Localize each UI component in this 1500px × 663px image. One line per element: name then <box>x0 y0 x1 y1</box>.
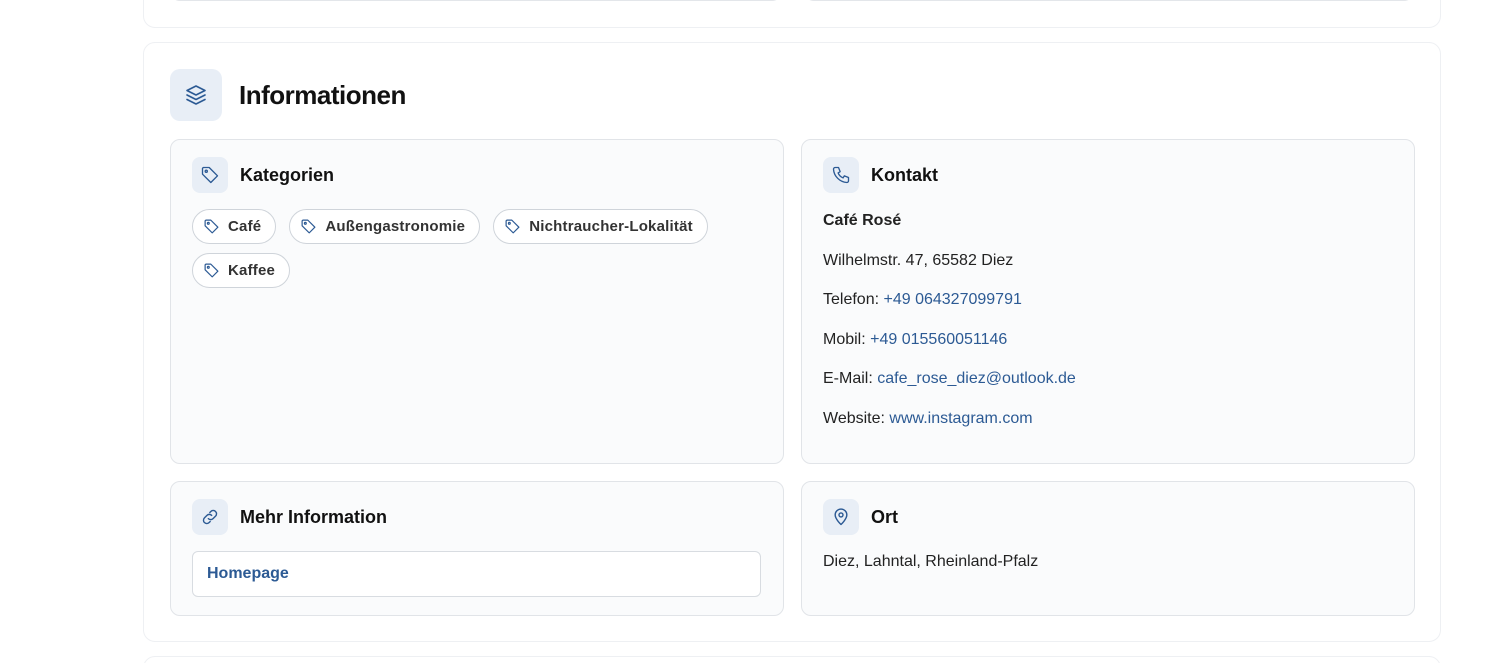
mehr-information-header: Mehr Information <box>192 499 387 535</box>
ort-header: Ort <box>823 499 898 535</box>
contact-details: Café Rosé Wilhelmstr. 47, 65582 Diez Tel… <box>823 211 1076 448</box>
informationen-section: Informationen Kategorien Café Außengastr… <box>143 42 1441 642</box>
previous-section-card <box>143 0 1441 28</box>
kontakt-header: Kontakt <box>823 157 938 193</box>
email-label: E-Mail: <box>823 370 873 387</box>
next-section-card <box>143 656 1441 663</box>
category-tag[interactable]: Nichtraucher-Lokalität <box>493 209 708 244</box>
mehr-information-panel: Mehr Information Homepage <box>170 481 784 616</box>
kontakt-title: Kontakt <box>871 164 938 185</box>
phone-row: Telefon: +49 064327099791 <box>823 290 1076 330</box>
mobile-row: Mobil: +49 015560051146 <box>823 330 1076 370</box>
phone-link[interactable]: +49 064327099791 <box>884 291 1022 308</box>
map-pin-icon <box>823 499 859 535</box>
homepage-link-box[interactable]: Homepage <box>192 551 761 597</box>
category-tag-label: Café <box>228 218 262 235</box>
ort-title: Ort <box>871 506 898 527</box>
website-label: Website: <box>823 409 885 427</box>
category-tag-label: Nichtraucher-Lokalität <box>529 218 693 235</box>
section-title: Informationen <box>239 79 406 110</box>
kontakt-panel: Kontakt Café Rosé Wilhelmstr. 47, 65582 … <box>801 139 1415 464</box>
category-tag[interactable]: Kaffee <box>192 253 291 288</box>
category-tag-label: Kaffee <box>228 262 276 279</box>
ort-panel: Ort Diez, Lahntal, Rheinland-Pfalz <box>801 481 1415 616</box>
mobile-label: Mobil: <box>823 330 866 348</box>
homepage-link[interactable]: Homepage <box>207 565 289 583</box>
previous-panel-left <box>170 0 782 1</box>
email-row: E-Mail: cafe_rose_diez@outlook.de <box>823 369 1076 409</box>
phone-icon <box>823 157 859 193</box>
tag-icon <box>192 157 228 193</box>
category-tag[interactable]: Außengastronomie <box>289 209 481 244</box>
category-tag[interactable]: Café <box>192 209 277 244</box>
tag-icon <box>203 262 220 279</box>
section-header: Informationen <box>170 69 406 121</box>
kategorien-title: Kategorien <box>240 164 335 185</box>
kategorien-panel: Kategorien Café Außengastronomie Nichtra… <box>170 139 784 464</box>
previous-panel-right <box>804 0 1414 1</box>
kategorien-header: Kategorien <box>192 157 334 193</box>
tag-icon <box>504 218 521 235</box>
website-row: Website: www.instagram.com <box>823 409 1076 449</box>
category-tag-list: Café Außengastronomie Nichtraucher-Lokal… <box>192 209 752 288</box>
business-name: Café Rosé <box>823 212 902 229</box>
phone-label: Telefon: <box>823 291 880 308</box>
category-tag-label: Außengastronomie <box>325 218 466 235</box>
mehr-information-title: Mehr Information <box>240 506 387 527</box>
link-icon <box>192 499 228 535</box>
tag-icon <box>203 218 220 235</box>
location-text: Diez, Lahntal, Rheinland-Pfalz <box>823 553 1039 570</box>
mobile-link[interactable]: +49 015560051146 <box>870 331 1007 348</box>
website-link[interactable]: www.instagram.com <box>889 410 1032 427</box>
email-link[interactable]: cafe_rose_diez@outlook.de <box>877 370 1076 387</box>
tag-icon <box>300 218 317 235</box>
layers-icon <box>170 69 222 121</box>
address: Wilhelmstr. 47, 65582 Diez <box>823 251 1014 269</box>
